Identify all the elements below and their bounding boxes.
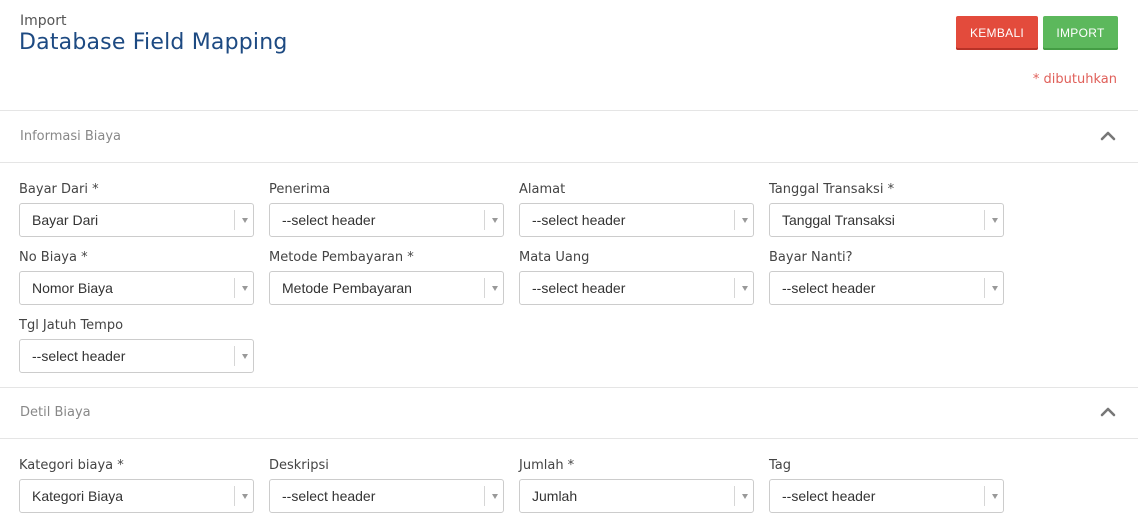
field-label: Tanggal Transaksi *: [769, 182, 895, 197]
import-button[interactable]: IMPORT: [1043, 16, 1118, 50]
divider: [0, 162, 1138, 163]
field-label: Tag: [769, 458, 792, 473]
chevron-up-icon[interactable]: [1100, 130, 1116, 142]
select-value: Bayar Dari: [32, 212, 99, 228]
divider: [0, 438, 1138, 439]
page-title: Database Field Mapping: [19, 30, 288, 55]
kategori-biaya-select[interactable]: Kategori Biaya: [19, 479, 254, 513]
select-value: Tanggal Transaksi: [782, 212, 895, 228]
field-tgl-jatuh-tempo: Tgl Jatuh Tempo --select header: [19, 317, 254, 373]
page-kicker: Import: [20, 13, 67, 29]
select-separator: [484, 210, 485, 230]
metode-pembayaran-select[interactable]: Metode Pembayaran: [269, 271, 504, 305]
jumlah-select[interactable]: Jumlah: [519, 479, 754, 513]
field-label: Kategori biaya *: [19, 458, 124, 473]
field-label: Penerima: [269, 182, 331, 197]
select-value: --select header: [282, 212, 376, 228]
page-header: Import Database Field Mapping KEMBALI IM…: [0, 0, 1138, 110]
caret-down-icon[interactable]: [992, 286, 998, 291]
select-value: Metode Pembayaran: [282, 280, 412, 296]
section-title: Informasi Biaya: [20, 129, 122, 144]
field-label: Bayar Dari *: [19, 182, 99, 197]
field-kategori-biaya: Kategori biaya * Kategori Biaya: [19, 457, 254, 513]
field-bayar-nanti: Bayar Nanti? --select header: [769, 249, 1004, 305]
required-note: * dibutuhkan: [1032, 72, 1117, 87]
select-value: Kategori Biaya: [32, 488, 124, 504]
caret-down-icon[interactable]: [992, 494, 998, 499]
deskripsi-select[interactable]: --select header: [269, 479, 504, 513]
tgl-jatuh-tempo-select[interactable]: --select header: [19, 339, 254, 373]
field-mata-uang: Mata Uang --select header: [519, 249, 754, 305]
field-bayar-dari: Bayar Dari * Bayar Dari: [19, 181, 254, 237]
select-value: --select header: [782, 280, 876, 296]
field-label: Jumlah *: [519, 458, 575, 473]
caret-down-icon[interactable]: [492, 286, 498, 291]
caret-down-icon[interactable]: [242, 218, 248, 223]
select-separator: [484, 486, 485, 506]
caret-down-icon[interactable]: [492, 494, 498, 499]
field-metode-pembayaran: Metode Pembayaran * Metode Pembayaran: [269, 249, 504, 305]
field-label: Bayar Nanti?: [769, 250, 853, 265]
caret-down-icon[interactable]: [742, 218, 748, 223]
tag-select[interactable]: --select header: [769, 479, 1004, 513]
select-value: --select header: [532, 212, 626, 228]
field-label: No Biaya *: [19, 250, 88, 265]
select-value: Jumlah: [532, 488, 578, 504]
select-value: --select header: [532, 280, 626, 296]
field-jumlah: Jumlah * Jumlah: [519, 457, 754, 513]
section-header-informasi-biaya[interactable]: Informasi Biaya: [0, 111, 1138, 163]
select-separator: [984, 278, 985, 298]
field-tanggal-transaksi: Tanggal Transaksi * Tanggal Transaksi: [769, 181, 1004, 237]
select-separator: [734, 278, 735, 298]
field-label: Deskripsi: [269, 458, 329, 473]
section-header-detil-biaya[interactable]: Detil Biaya: [0, 387, 1138, 439]
select-value: Nomor Biaya: [32, 280, 113, 296]
select-separator: [234, 486, 235, 506]
select-separator: [234, 210, 235, 230]
back-button[interactable]: KEMBALI: [956, 16, 1038, 50]
caret-down-icon[interactable]: [742, 286, 748, 291]
caret-down-icon[interactable]: [492, 218, 498, 223]
select-separator: [734, 210, 735, 230]
bayar-nanti-select[interactable]: --select header: [769, 271, 1004, 305]
field-tag: Tag --select header: [769, 457, 1004, 513]
field-alamat: Alamat --select header: [519, 181, 754, 237]
select-separator: [234, 346, 235, 366]
select-value: --select header: [282, 488, 376, 504]
select-separator: [234, 278, 235, 298]
chevron-up-icon[interactable]: [1100, 406, 1116, 418]
field-label: Alamat: [519, 182, 566, 197]
select-value: --select header: [782, 488, 876, 504]
field-label: Mata Uang: [519, 250, 590, 265]
caret-down-icon[interactable]: [992, 218, 998, 223]
penerima-select[interactable]: --select header: [269, 203, 504, 237]
field-deskripsi: Deskripsi --select header: [269, 457, 504, 513]
section-title: Detil Biaya: [20, 405, 91, 420]
select-value: --select header: [32, 348, 126, 364]
caret-down-icon[interactable]: [242, 354, 248, 359]
select-separator: [984, 210, 985, 230]
select-separator: [484, 278, 485, 298]
select-separator: [984, 486, 985, 506]
select-separator: [734, 486, 735, 506]
tanggal-transaksi-select[interactable]: Tanggal Transaksi: [769, 203, 1004, 237]
caret-down-icon[interactable]: [242, 494, 248, 499]
field-label: Tgl Jatuh Tempo: [19, 318, 124, 333]
field-label: Metode Pembayaran *: [269, 250, 414, 265]
bayar-dari-select[interactable]: Bayar Dari: [19, 203, 254, 237]
field-no-biaya: No Biaya * Nomor Biaya: [19, 249, 254, 305]
mata-uang-select[interactable]: --select header: [519, 271, 754, 305]
no-biaya-select[interactable]: Nomor Biaya: [19, 271, 254, 305]
alamat-select[interactable]: --select header: [519, 203, 754, 237]
caret-down-icon[interactable]: [742, 494, 748, 499]
caret-down-icon[interactable]: [242, 286, 248, 291]
field-penerima: Penerima --select header: [269, 181, 504, 237]
